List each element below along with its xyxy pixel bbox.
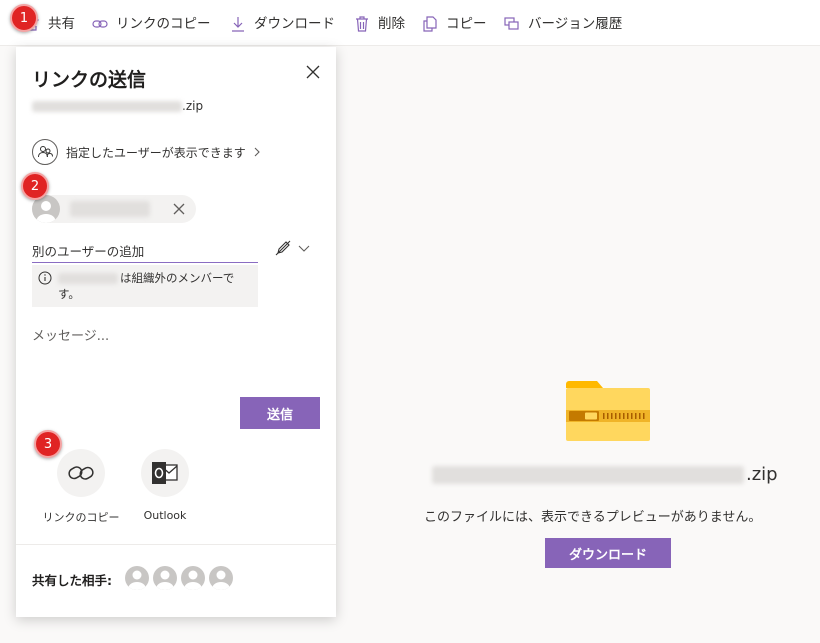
redacted-preview-file-name (432, 465, 744, 484)
send-link-panel: リンクの送信 .zip 指定したユーザーが表示できます 別のユーザーの追加 は組… (16, 47, 336, 617)
permission-label: 指定したユーザーが表示できます (66, 145, 246, 160)
permission-setting[interactable]: 指定したユーザーが表示できます (32, 139, 262, 165)
version-history-command[interactable]: バージョン履歴 (504, 14, 622, 34)
info-icon (38, 271, 52, 285)
avatar (181, 566, 205, 590)
step-badge-2: 2 (21, 172, 49, 200)
permission-edit-dropdown[interactable] (274, 237, 316, 259)
outlook-option-label: Outlook (143, 509, 187, 522)
send-button[interactable]: 送信 (240, 397, 320, 429)
divider (16, 544, 336, 545)
copy-link-command[interactable]: リンクのコピー (92, 14, 211, 34)
copy-label: コピー (446, 16, 487, 32)
notice-text: は組織外のメンバーです。 (58, 270, 254, 302)
version-history-label: バージョン履歴 (528, 16, 623, 32)
avatar (125, 566, 149, 590)
zip-folder-icon (566, 381, 650, 441)
no-preview-message: このファイルには、表示できるプレビューがありません。 (424, 510, 762, 525)
download-command[interactable]: ダウンロード (230, 14, 335, 34)
recipient-chip (32, 195, 196, 223)
chevron-right-icon (254, 147, 260, 157)
pencil-slash-icon (275, 240, 291, 256)
message-input[interactable]: メッセージ... (32, 325, 109, 344)
file-extension: .zip (182, 99, 204, 113)
trash-icon (356, 16, 368, 32)
outlook-icon (141, 449, 189, 497)
file-name: .zip (32, 99, 203, 113)
chevron-down-icon (298, 245, 310, 252)
delete-command[interactable]: 削除 (354, 14, 405, 34)
download-button[interactable]: ダウンロード (545, 538, 671, 568)
share-label: 共有 (48, 16, 75, 32)
redacted-file-name (32, 100, 182, 112)
version-history-icon (504, 17, 519, 30)
shared-with-label: 共有した相手: (32, 573, 112, 588)
redacted-user-name (58, 273, 118, 284)
link-icon (57, 449, 105, 497)
external-member-notice: は組織外のメンバーです。 (32, 265, 258, 307)
link-icon (92, 20, 108, 28)
avatar (153, 566, 177, 590)
copy-link-option-label: リンクのコピー (42, 511, 120, 524)
remove-recipient-icon[interactable] (172, 202, 186, 216)
copy-link-option[interactable]: リンクのコピー (36, 449, 126, 525)
redacted-recipient-name (70, 201, 150, 217)
outlook-option[interactable]: Outlook (120, 449, 210, 522)
delete-label: 削除 (378, 16, 405, 32)
copy-icon (423, 16, 437, 32)
download-label: ダウンロード (254, 16, 335, 32)
copy-command[interactable]: コピー (422, 14, 487, 34)
panel-title: リンクの送信 (32, 69, 147, 91)
download-icon (232, 17, 244, 32)
close-icon[interactable] (302, 61, 324, 83)
preview-file-name: .zip (432, 464, 778, 485)
add-user-input[interactable]: 別のユーザーの追加 (32, 233, 258, 263)
avatar (209, 566, 233, 590)
shared-with-avatars[interactable] (125, 566, 237, 590)
step-badge-3: 3 (34, 430, 62, 458)
command-bar: 共有 リンクのコピー ダウンロード 削除 コピー バージョン履歴 (0, 0, 820, 46)
preview-file-extension: .zip (746, 464, 778, 485)
copy-link-label: リンクのコピー (116, 16, 211, 32)
step-badge-1: 1 (10, 4, 38, 32)
people-icon (32, 139, 58, 165)
